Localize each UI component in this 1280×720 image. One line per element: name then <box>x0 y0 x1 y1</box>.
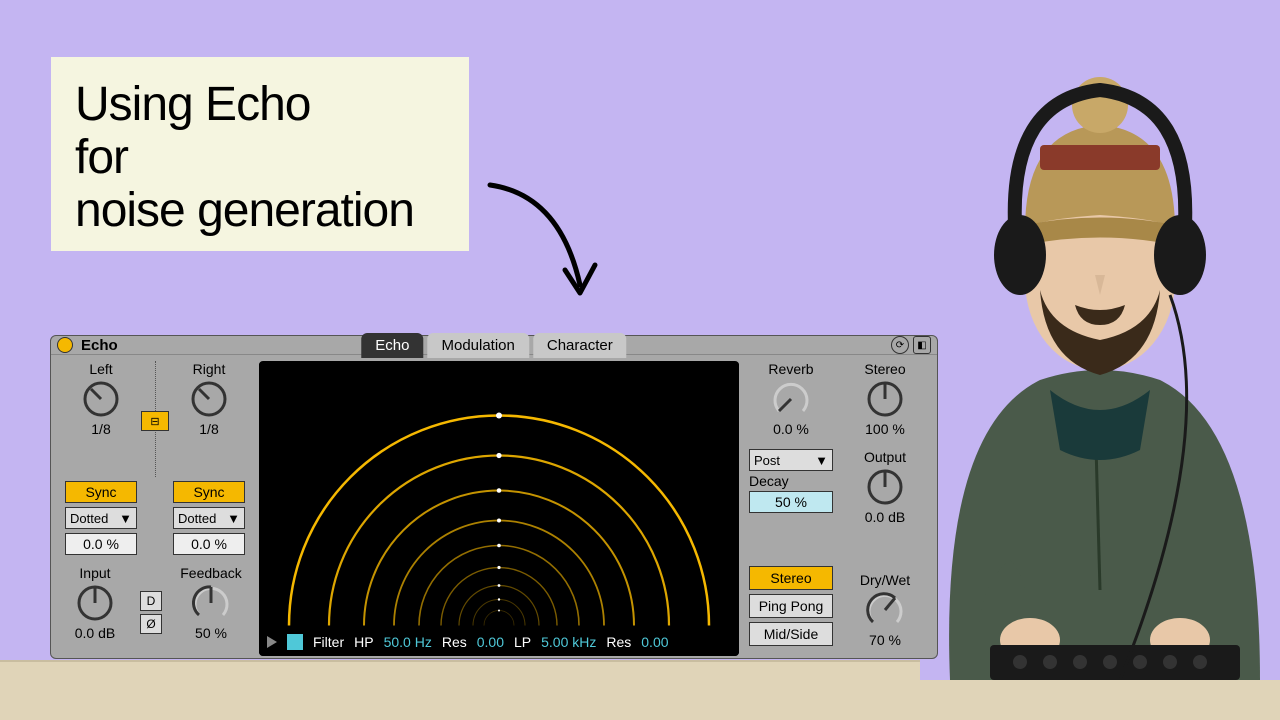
input-phase-button[interactable]: Ø <box>140 614 162 634</box>
stereo-label: Stereo <box>864 361 905 377</box>
feedback-label: Feedback <box>180 565 241 581</box>
person-photo <box>920 30 1280 680</box>
right-mode-dropdown[interactable]: Dotted▼ <box>173 507 245 529</box>
input-label: Input <box>79 565 110 581</box>
filter-bar: Filter HP 50.0 Hz Res 0.00 LP 5.00 kHz R… <box>259 628 739 656</box>
delay-section: ⊟ Left 1/8 Right 1/8 <box>57 361 253 656</box>
echo-device: Echo Echo Modulation Character ⟳ ◧ ⊟ Lef… <box>50 335 938 659</box>
decay-value[interactable]: 50 % <box>749 491 833 513</box>
title-line-1: Using Echo <box>75 79 445 132</box>
left-mode-dropdown[interactable]: Dotted▼ <box>65 507 137 529</box>
right-time-knob[interactable] <box>189 379 229 419</box>
right-label: Right <box>193 361 226 377</box>
left-time-knob[interactable] <box>81 379 121 419</box>
chevron-down-icon: ▼ <box>815 453 828 468</box>
drywet-label: Dry/Wet <box>860 572 910 588</box>
mode-midside-button[interactable]: Mid/Side <box>749 622 833 646</box>
left-label: Left <box>89 361 112 377</box>
output-value: 0.0 dB <box>865 509 905 525</box>
input-gain-value: 0.0 dB <box>75 625 115 641</box>
right-time-value: 1/8 <box>199 421 218 437</box>
reverb-knob[interactable] <box>771 379 811 419</box>
reverb-value: 0.0 % <box>773 421 809 437</box>
echo-tunnel-display[interactable]: Filter HP 50.0 Hz Res 0.00 LP 5.00 kHz R… <box>259 361 739 656</box>
output-knob[interactable] <box>865 467 905 507</box>
title-line-2: for <box>75 132 445 185</box>
left-time-value: 1/8 <box>91 421 110 437</box>
save-preset-icon[interactable]: ◧ <box>913 336 931 354</box>
tab-character[interactable]: Character <box>533 333 627 358</box>
output-label: Output <box>864 449 906 465</box>
link-channels-button[interactable]: ⊟ <box>141 411 169 431</box>
hp-freq-value[interactable]: 50.0 Hz <box>384 634 432 650</box>
lp-res-value[interactable]: 0.00 <box>641 634 668 650</box>
filter-toggle[interactable] <box>287 634 303 650</box>
filter-label: Filter <box>313 634 344 650</box>
drywet-value: 70 % <box>869 632 901 648</box>
hot-swap-icon[interactable]: ⟳ <box>891 336 909 354</box>
device-title: Echo <box>81 337 118 354</box>
right-sync-button[interactable]: Sync <box>173 481 245 503</box>
lp-res-label: Res <box>606 634 631 650</box>
mode-stereo-button[interactable]: Stereo <box>749 566 833 590</box>
tab-echo[interactable]: Echo <box>361 333 423 358</box>
input-gain-knob[interactable] <box>75 583 115 623</box>
right-offset-value[interactable]: 0.0 % <box>173 533 245 555</box>
input-d-button[interactable]: D <box>140 591 162 611</box>
reverb-label: Reverb <box>768 361 813 377</box>
device-enable-toggle[interactable] <box>57 337 73 353</box>
feedback-knob[interactable] <box>191 583 231 623</box>
mode-pingpong-button[interactable]: Ping Pong <box>749 594 833 618</box>
chevron-down-icon: ▼ <box>119 511 132 526</box>
title-line-3: noise generation <box>75 185 445 238</box>
hp-label: HP <box>354 634 373 650</box>
stereo-knob[interactable] <box>865 379 905 419</box>
left-offset-value[interactable]: 0.0 % <box>65 533 137 555</box>
chevron-down-icon: ▼ <box>227 511 240 526</box>
feedback-value: 50 % <box>195 625 227 641</box>
decay-label: Decay <box>749 473 833 489</box>
drywet-knob[interactable] <box>865 590 905 630</box>
hp-res-label: Res <box>442 634 467 650</box>
left-sync-button[interactable]: Sync <box>65 481 137 503</box>
lp-freq-value[interactable]: 5.00 kHz <box>541 634 596 650</box>
title-card: Using Echo for noise generation <box>51 57 469 251</box>
tabs: Echo Modulation Character <box>361 333 626 358</box>
hp-res-value[interactable]: 0.00 <box>477 634 504 650</box>
lp-label: LP <box>514 634 531 650</box>
stereo-value: 100 % <box>865 421 905 437</box>
reverb-position-dropdown[interactable]: Post▼ <box>749 449 833 471</box>
tab-modulation[interactable]: Modulation <box>427 333 528 358</box>
arrow-icon <box>480 175 620 315</box>
device-header: Echo Echo Modulation Character ⟳ ◧ <box>51 336 937 355</box>
play-icon[interactable] <box>267 636 277 648</box>
